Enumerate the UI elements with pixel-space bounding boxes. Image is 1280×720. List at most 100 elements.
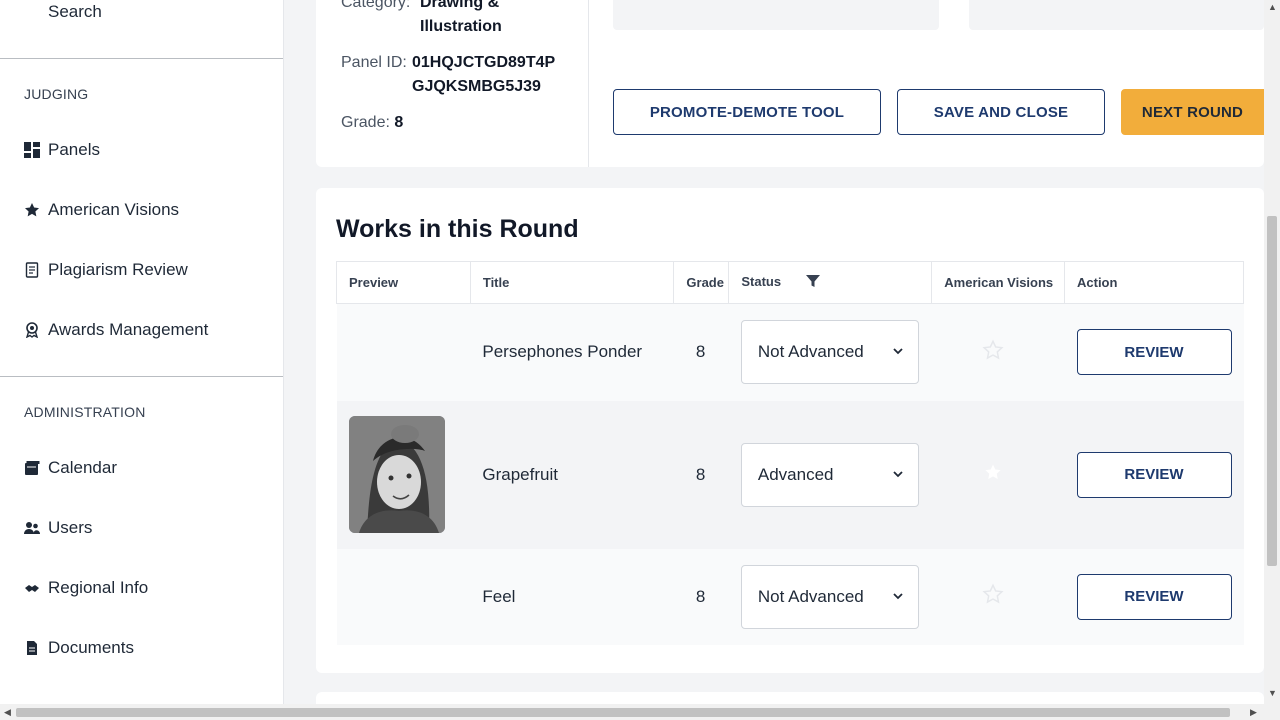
category-value-2: Illustration (420, 18, 502, 35)
action-cell: REVIEW (1064, 303, 1244, 401)
grid-icon (24, 142, 40, 158)
sidebar-item-label: Users (48, 518, 93, 537)
promote-demote-tool-button[interactable]: PROMOTE-DEMOTE TOOL (613, 89, 881, 135)
review-button[interactable]: REVIEW (1076, 573, 1232, 620)
horizontal-scroll-thumb[interactable] (16, 708, 1230, 717)
search-icon (24, 4, 40, 20)
category-value-1: Drawing & (420, 0, 500, 11)
column-header-preview: Preview (336, 261, 471, 304)
vertical-scroll-thumb[interactable] (1267, 216, 1277, 566)
star-outline-icon[interactable] (982, 583, 1004, 609)
calendar-icon (24, 460, 40, 476)
column-header-status[interactable]: Status (728, 261, 933, 304)
grade-value: 8 (394, 114, 404, 131)
status-header-label: Status (741, 273, 782, 289)
table-row: Grapefruit 8 Advanced REVIEW (336, 400, 1244, 549)
filter-icon[interactable] (805, 273, 821, 292)
sidebar-item-documents[interactable]: Documents (0, 628, 283, 668)
action-cell: REVIEW (1064, 548, 1244, 645)
category-label: Category: (341, 0, 411, 11)
grade-label: Grade: (341, 114, 390, 131)
grade-cell: 8 (673, 400, 729, 549)
sidebar-item-label: Plagiarism Review (48, 260, 188, 279)
status-select[interactable]: Advanced (740, 442, 919, 507)
placeholder-box (613, 0, 939, 30)
panel-id-value-1: 01HQJCTGD89T4P (412, 54, 556, 71)
table-row: Persephones Ponder 8 Not Advanced REVIEW (336, 303, 1244, 401)
chevron-down-icon (892, 587, 904, 607)
sidebar-item-awards-management[interactable]: Awards Management (0, 310, 283, 350)
sidebar-item-label: Calendar (48, 458, 117, 477)
sidebar-divider (0, 58, 283, 59)
column-header-action: Action (1064, 261, 1244, 304)
panel-info-card: Category: Drawing & Illustration Panel I… (316, 0, 1264, 167)
chevron-down-icon (892, 465, 904, 485)
category-row: Category: (341, 0, 410, 12)
sidebar-item-partial[interactable] (0, 688, 283, 704)
column-header-title: Title (469, 261, 675, 304)
sidebar-item-american-visions[interactable]: American Visions (0, 190, 283, 230)
handshake-icon (24, 580, 40, 596)
sidebar-item-plagiarism-review[interactable]: Plagiarism Review (0, 250, 283, 290)
status-select[interactable]: Not Advanced (740, 320, 919, 385)
scroll-right-arrow-icon[interactable]: ▶ (1250, 707, 1257, 718)
grade-row: Grade: 8 (341, 114, 403, 132)
works-card: Works in this Round Preview Title Grade … (316, 188, 1264, 673)
panel-id-label: Panel ID: (341, 54, 407, 71)
sidebar-item-label: Search (48, 2, 102, 21)
column-header-american-visions: American Visions (931, 261, 1065, 304)
sidebar-heading-administration: ADMINISTRATION (24, 404, 146, 420)
sidebar-heading-judging: JUDGING (24, 86, 89, 102)
column-header-grade: Grade (673, 261, 730, 304)
vertical-divider (588, 0, 589, 167)
status-select-value: Advanced (757, 464, 834, 484)
vertical-scrollbar[interactable]: ▲ ▼ (1264, 0, 1280, 704)
status-select-value: Not Advanced (757, 586, 864, 606)
sidebar-item-label: Panels (48, 140, 100, 159)
works-title: Works in this Round (336, 215, 579, 243)
action-cell: REVIEW (1064, 400, 1244, 549)
sidebar-item-search[interactable]: Search (0, 0, 283, 32)
preview-cell (336, 303, 471, 401)
sidebar: Search JUDGING Panels American Visions P… (0, 0, 284, 704)
horizontal-scrollbar[interactable]: ◀ ▶ (0, 704, 1280, 720)
chevron-down-icon (892, 342, 904, 362)
document-icon (24, 262, 40, 278)
users-icon (24, 520, 40, 536)
sidebar-item-label: Documents (48, 638, 134, 657)
next-round-button[interactable]: NEXT ROUND (1121, 89, 1264, 135)
sidebar-item-panels[interactable]: Panels (0, 130, 283, 170)
title-cell: Persephones Ponder (470, 303, 674, 401)
scroll-down-arrow-icon[interactable]: ▼ (1268, 688, 1277, 698)
grade-cell: 8 (673, 548, 729, 645)
scroll-up-arrow-icon[interactable]: ▲ (1268, 2, 1277, 12)
sidebar-divider (0, 376, 283, 377)
save-and-close-button[interactable]: SAVE AND CLOSE (897, 89, 1105, 135)
star-icon (24, 202, 40, 218)
status-cell: Not Advanced (728, 303, 932, 401)
review-button[interactable]: REVIEW (1076, 329, 1232, 376)
status-select-value: Not Advanced (757, 342, 864, 362)
sidebar-item-label: Awards Management (48, 320, 209, 339)
sidebar-item-calendar[interactable]: Calendar (0, 448, 283, 488)
title-cell: Feel (470, 548, 674, 645)
award-icon (24, 322, 40, 338)
table-row: Feel 8 Not Advanced REVIEW (336, 548, 1244, 645)
status-select[interactable]: Not Advanced (740, 564, 919, 629)
title-cell: Grapefruit (470, 400, 674, 549)
panel-id-value-2: GJQKSMBG5J39 (412, 78, 541, 95)
american-visions-cell (931, 548, 1065, 645)
preview-cell (336, 548, 471, 645)
sidebar-item-users[interactable]: Users (0, 508, 283, 548)
preview-cell (336, 400, 471, 549)
review-button[interactable]: REVIEW (1076, 451, 1232, 498)
sidebar-item-regional-info[interactable]: Regional Info (0, 568, 283, 608)
american-visions-cell (931, 303, 1065, 401)
scroll-left-arrow-icon[interactable]: ◀ (4, 707, 11, 718)
star-outline-icon[interactable] (982, 339, 1004, 365)
artwork-thumbnail[interactable] (348, 416, 445, 533)
file-icon (24, 640, 40, 656)
status-cell: Advanced (728, 400, 932, 549)
status-cell: Not Advanced (728, 548, 932, 645)
star-outline-icon[interactable] (982, 461, 1004, 487)
